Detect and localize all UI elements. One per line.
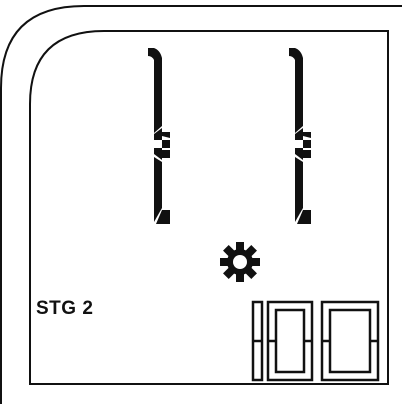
top-digit-left [148, 48, 170, 224]
bottom-digit-1 [251, 300, 264, 382]
lcd-panel-border [29, 30, 389, 385]
gear-icon [220, 242, 260, 282]
outer-bezel [0, 5, 402, 404]
bottom-digit-0-a [266, 300, 314, 382]
lcd-display: STG 2 [0, 0, 402, 404]
top-digit-right [289, 48, 311, 224]
stage-label: STG 2 [36, 298, 94, 319]
bottom-digit-0-b [320, 300, 380, 382]
bottom-value-digits [251, 300, 380, 382]
